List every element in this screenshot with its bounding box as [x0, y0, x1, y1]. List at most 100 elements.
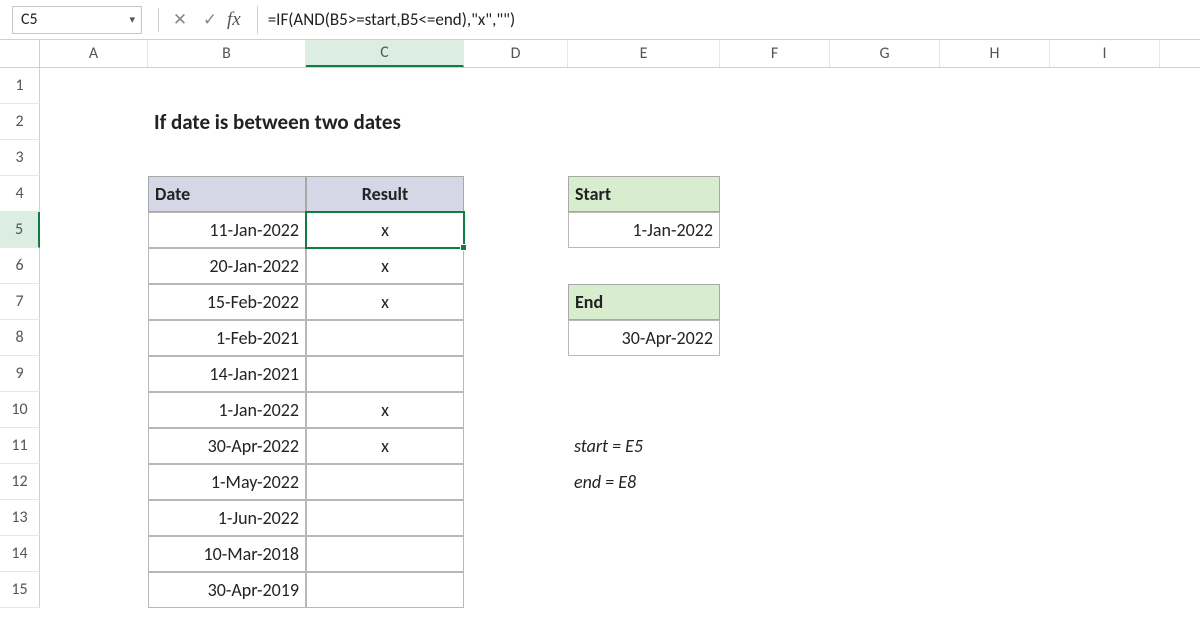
cell-C2[interactable]: [306, 104, 464, 140]
page-title[interactable]: If date is between two dates: [148, 104, 306, 140]
note-end-range[interactable]: end = E8: [568, 464, 720, 500]
cell-H8[interactable]: [940, 320, 1050, 356]
cell-E6[interactable]: [568, 248, 720, 284]
cell-F3[interactable]: [720, 140, 830, 176]
cell-A5[interactable]: [40, 212, 148, 248]
cell-I2[interactable]: [1050, 104, 1160, 140]
cell-C10[interactable]: x: [306, 392, 464, 428]
cell-A4[interactable]: [40, 176, 148, 212]
cell-B13[interactable]: 1-Jun-2022: [148, 500, 306, 536]
cell-C1[interactable]: [306, 68, 464, 104]
cell-C9[interactable]: [306, 356, 464, 392]
cancel-icon[interactable]: ✕: [165, 6, 195, 34]
cell-E13[interactable]: [568, 500, 720, 536]
cell-B7[interactable]: 15-Feb-2022: [148, 284, 306, 320]
cell-B15[interactable]: 30-Apr-2019: [148, 572, 306, 608]
cell-E10[interactable]: [568, 392, 720, 428]
cell-H5[interactable]: [940, 212, 1050, 248]
cell-D14[interactable]: [464, 536, 568, 572]
cell-D2[interactable]: [464, 104, 568, 140]
cell-G1[interactable]: [830, 68, 940, 104]
cell-C12[interactable]: [306, 464, 464, 500]
row-header-15[interactable]: 15: [0, 572, 40, 608]
cell-B12[interactable]: 1-May-2022: [148, 464, 306, 500]
cell-D15[interactable]: [464, 572, 568, 608]
row-header-9[interactable]: 9: [0, 356, 40, 392]
cell-D4[interactable]: [464, 176, 568, 212]
cell-D8[interactable]: [464, 320, 568, 356]
cell-C7[interactable]: x: [306, 284, 464, 320]
cell-D13[interactable]: [464, 500, 568, 536]
col-header-G[interactable]: G: [830, 40, 940, 67]
fx-icon[interactable]: fx: [227, 9, 241, 31]
name-box[interactable]: C5 ▾: [12, 6, 142, 34]
row-header-14[interactable]: 14: [0, 536, 40, 572]
row-header-10[interactable]: 10: [0, 392, 40, 428]
cell-C15[interactable]: [306, 572, 464, 608]
cell-E15[interactable]: [568, 572, 720, 608]
cell-G12[interactable]: [830, 464, 940, 500]
cell-E3[interactable]: [568, 140, 720, 176]
cell-A8[interactable]: [40, 320, 148, 356]
cell-F1[interactable]: [720, 68, 830, 104]
cell-G2[interactable]: [830, 104, 940, 140]
cell-A1[interactable]: [40, 68, 148, 104]
chevron-down-icon[interactable]: ▾: [129, 13, 135, 26]
cell-F12[interactable]: [720, 464, 830, 500]
cell-I14[interactable]: [1050, 536, 1160, 572]
cell-H9[interactable]: [940, 356, 1050, 392]
cell-C8[interactable]: [306, 320, 464, 356]
cell-H10[interactable]: [940, 392, 1050, 428]
cell-G11[interactable]: [830, 428, 940, 464]
enter-icon[interactable]: ✓: [195, 6, 225, 34]
cell-F8[interactable]: [720, 320, 830, 356]
cell-H7[interactable]: [940, 284, 1050, 320]
cell-B6[interactable]: 20-Jan-2022: [148, 248, 306, 284]
cell-D6[interactable]: [464, 248, 568, 284]
cell-I9[interactable]: [1050, 356, 1160, 392]
row-header-11[interactable]: 11: [0, 428, 40, 464]
header-date[interactable]: Date: [148, 176, 306, 212]
row-header-8[interactable]: 8: [0, 320, 40, 356]
cell-C14[interactable]: [306, 536, 464, 572]
cell-B8[interactable]: 1-Feb-2021: [148, 320, 306, 356]
cell-H2[interactable]: [940, 104, 1050, 140]
col-header-I[interactable]: I: [1050, 40, 1160, 67]
cell-F13[interactable]: [720, 500, 830, 536]
cell-I10[interactable]: [1050, 392, 1160, 428]
fill-handle[interactable]: [460, 244, 467, 251]
cell-C3[interactable]: [306, 140, 464, 176]
cell-H6[interactable]: [940, 248, 1050, 284]
cell-I1[interactable]: [1050, 68, 1160, 104]
row-header-12[interactable]: 12: [0, 464, 40, 500]
cell-C6[interactable]: x: [306, 248, 464, 284]
col-header-B[interactable]: B: [148, 40, 306, 67]
cell-B10[interactable]: 1-Jan-2022: [148, 392, 306, 428]
cell-G4[interactable]: [830, 176, 940, 212]
cell-B9[interactable]: 14-Jan-2021: [148, 356, 306, 392]
cell-B14[interactable]: 10-Mar-2018: [148, 536, 306, 572]
cell-A9[interactable]: [40, 356, 148, 392]
header-result[interactable]: Result: [306, 176, 464, 212]
cell-E5-start-value[interactable]: 1-Jan-2022: [568, 212, 720, 248]
cell-E1[interactable]: [568, 68, 720, 104]
cell-C13[interactable]: [306, 500, 464, 536]
cell-A11[interactable]: [40, 428, 148, 464]
cell-H14[interactable]: [940, 536, 1050, 572]
cell-I5[interactable]: [1050, 212, 1160, 248]
row-header-5[interactable]: 5: [0, 212, 40, 248]
cell-C5[interactable]: x: [306, 212, 464, 248]
cell-E14[interactable]: [568, 536, 720, 572]
cell-E9[interactable]: [568, 356, 720, 392]
cell-G10[interactable]: [830, 392, 940, 428]
cell-D10[interactable]: [464, 392, 568, 428]
cell-F15[interactable]: [720, 572, 830, 608]
cell-H11[interactable]: [940, 428, 1050, 464]
header-end[interactable]: End: [568, 284, 720, 320]
col-header-C[interactable]: C: [306, 40, 464, 67]
cell-A10[interactable]: [40, 392, 148, 428]
cell-I4[interactable]: [1050, 176, 1160, 212]
cell-F5[interactable]: [720, 212, 830, 248]
row-header-6[interactable]: 6: [0, 248, 40, 284]
row-header-3[interactable]: 3: [0, 140, 40, 176]
